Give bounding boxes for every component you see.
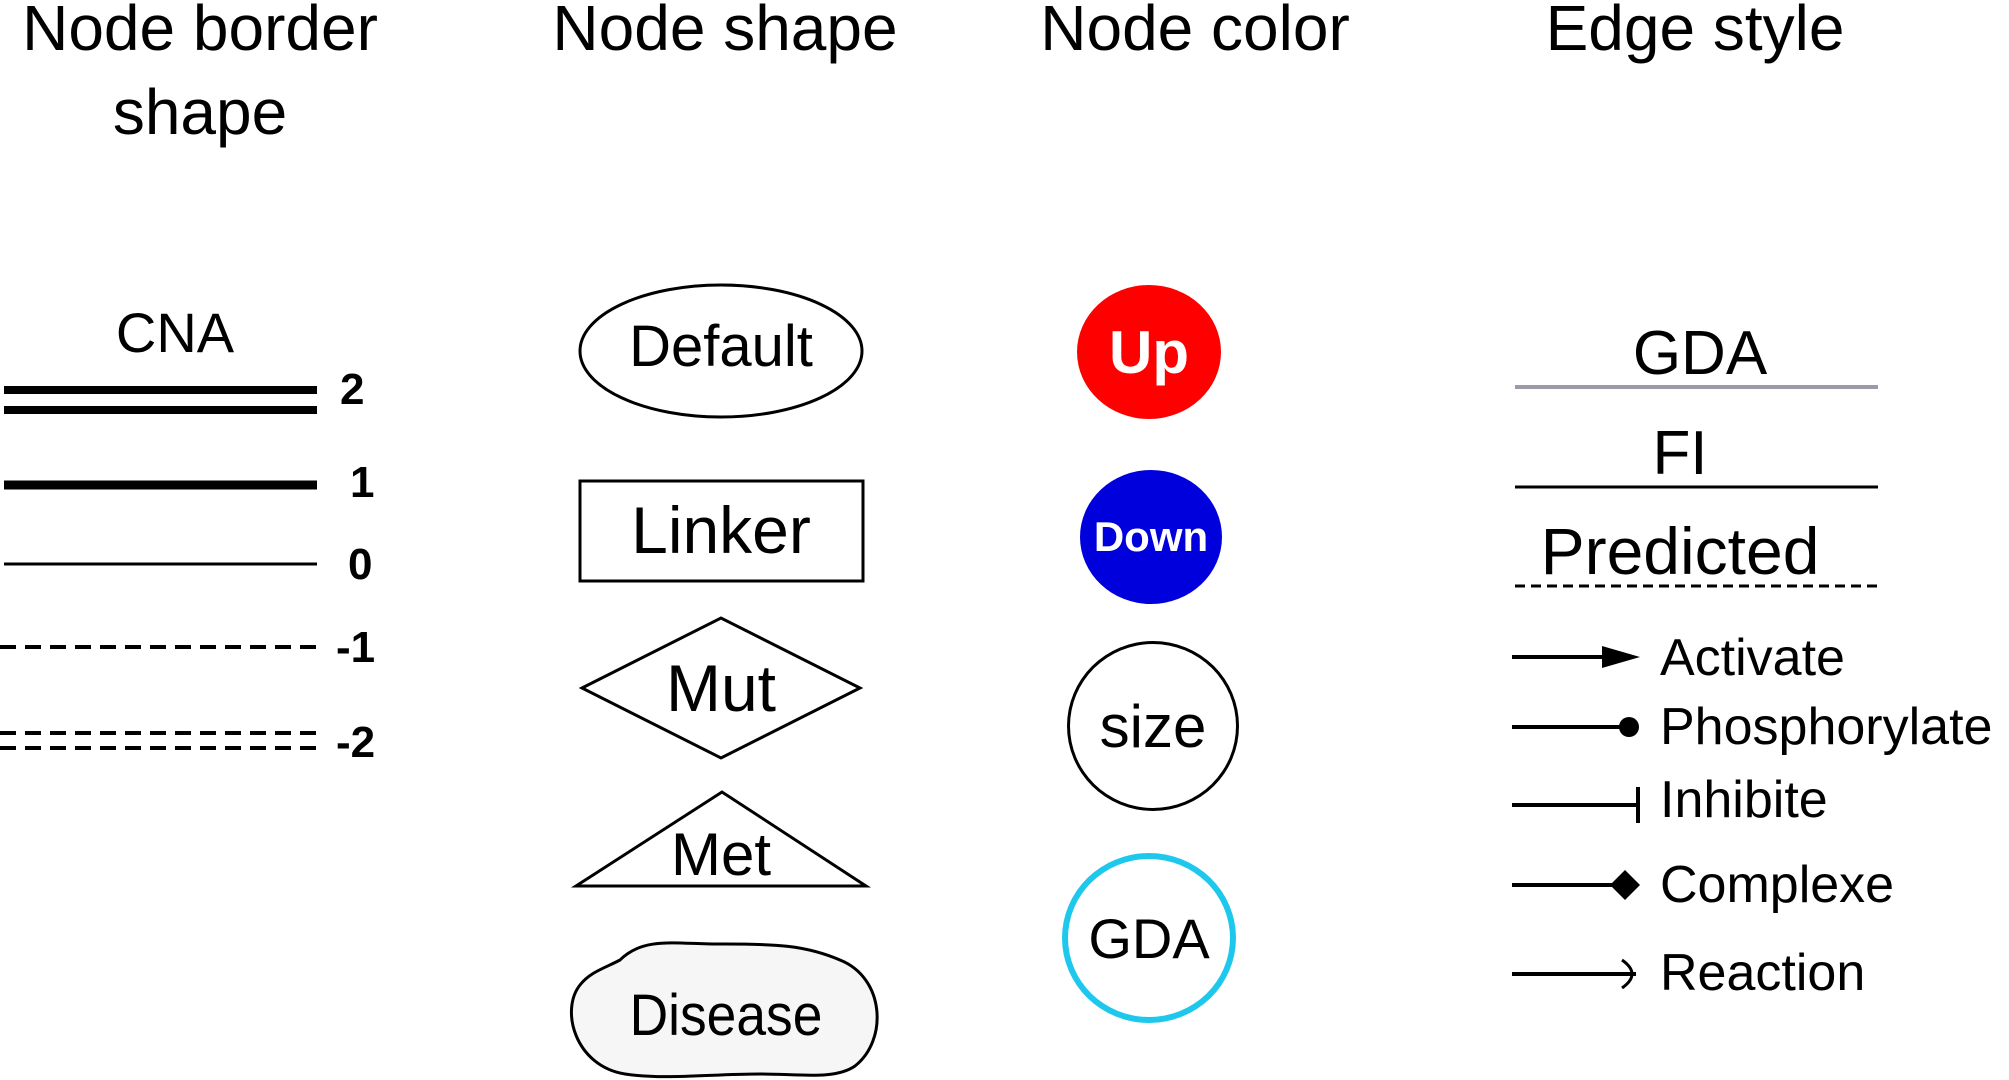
edge-phosphorylate-dot xyxy=(1619,717,1639,737)
edge-label-reaction: Reaction xyxy=(1660,944,1866,1002)
edge-label-activate: Activate xyxy=(1660,629,1845,687)
edge-activate-arrowhead xyxy=(1602,646,1640,668)
edge-label-complexe: Complexe xyxy=(1660,856,1895,914)
edge-lines xyxy=(1512,385,1878,990)
edge-label-phosphorylate: Phosphorylate xyxy=(1660,698,1993,756)
edge-complexe-diamond xyxy=(1610,870,1640,900)
edge-label-inhibite: Inhibite xyxy=(1660,771,1828,829)
